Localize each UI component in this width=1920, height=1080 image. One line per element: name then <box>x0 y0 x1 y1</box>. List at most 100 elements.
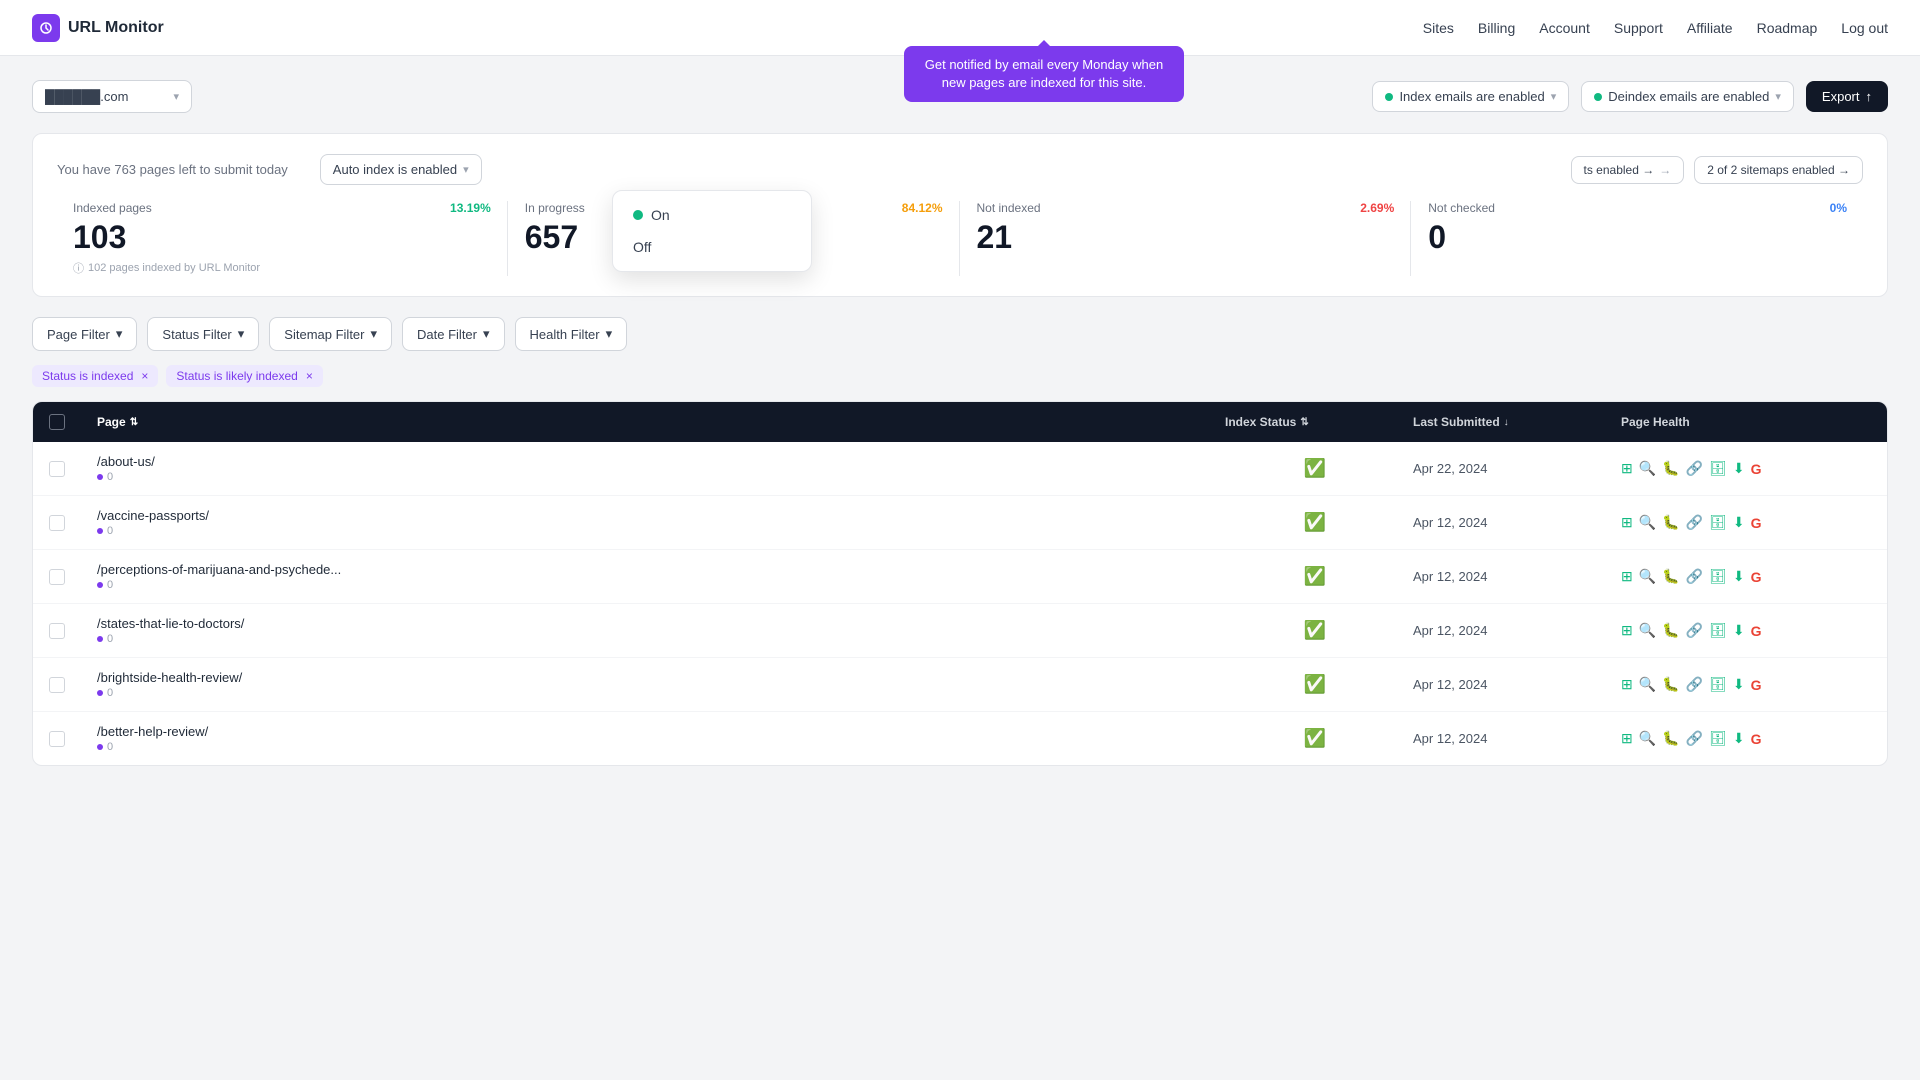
health-google-icon[interactable]: G <box>1751 677 1762 693</box>
row-checkbox[interactable] <box>49 731 65 747</box>
nav-roadmap[interactable]: Roadmap <box>1757 20 1818 36</box>
health-search-icon[interactable]: 🔍 <box>1639 514 1656 531</box>
health-search-icon[interactable]: 🔍 <box>1639 460 1656 477</box>
nav-billing[interactable]: Billing <box>1478 20 1515 36</box>
health-sitemap-icon[interactable]: ⊞ <box>1621 568 1633 585</box>
row-indexed-icon: ✅ <box>1304 566 1326 587</box>
chip-sitemaps[interactable]: 2 of 2 sitemaps enabled → <box>1694 156 1863 184</box>
health-link-icon[interactable]: 🔗 <box>1686 622 1703 639</box>
health-bug-icon[interactable]: 🐛 <box>1662 568 1679 585</box>
row-url[interactable]: /states-that-lie-to-doctors/ <box>97 616 1217 631</box>
row-checkbox[interactable] <box>49 461 65 477</box>
row-page-cell: /perceptions-of-marijuana-and-psychede..… <box>97 562 1217 591</box>
health-google-icon[interactable]: G <box>1751 731 1762 747</box>
health-download-icon[interactable]: ⬇ <box>1733 514 1745 531</box>
health-stack-icon[interactable]: 🗄 <box>1709 730 1727 747</box>
status-filter-btn[interactable]: Status Filter ▾ <box>147 317 259 351</box>
stat-notchecked: Not checked 0% 0 <box>1412 201 1863 276</box>
row-url[interactable]: /perceptions-of-marijuana-and-psychede..… <box>97 562 1217 577</box>
date-filter-btn[interactable]: Date Filter ▾ <box>402 317 505 351</box>
health-stack-icon[interactable]: 🗄 <box>1709 460 1727 477</box>
health-link-icon[interactable]: 🔗 <box>1686 514 1703 531</box>
health-stack-icon[interactable]: 🗄 <box>1709 568 1727 585</box>
row-checkbox[interactable] <box>49 569 65 585</box>
auto-index-btn[interactable]: Auto index is enabled ▾ <box>320 154 482 185</box>
health-link-icon[interactable]: 🔗 <box>1686 676 1703 693</box>
health-download-icon[interactable]: ⬇ <box>1733 568 1745 585</box>
row-checkbox-cell <box>49 515 89 531</box>
health-link-icon[interactable]: 🔗 <box>1686 460 1703 477</box>
page-filter-chevron: ▾ <box>116 326 123 342</box>
export-button[interactable]: Export ↑ <box>1806 81 1888 112</box>
chip-ts-enabled[interactable]: ts enabled → → <box>1571 156 1685 184</box>
row-url[interactable]: /vaccine-passports/ <box>97 508 1217 523</box>
health-filter-chevron: ▾ <box>606 326 613 342</box>
health-filter-btn[interactable]: Health Filter ▾ <box>515 317 628 351</box>
dropdown-on-item[interactable]: On <box>621 199 803 231</box>
dropdown-off-item[interactable]: Off <box>621 231 803 263</box>
col-last-submitted[interactable]: Last Submitted ↓ <box>1413 415 1613 429</box>
health-link-icon[interactable]: 🔗 <box>1686 568 1703 585</box>
active-filter-0-remove[interactable]: × <box>141 369 148 383</box>
row-checkbox[interactable] <box>49 515 65 531</box>
row-checkbox-cell <box>49 461 89 477</box>
deindex-email-label: Deindex emails are enabled <box>1608 89 1769 104</box>
health-link-icon[interactable]: 🔗 <box>1686 730 1703 747</box>
row-sub-count: 0 <box>107 471 113 483</box>
row-url[interactable]: /better-help-review/ <box>97 724 1217 739</box>
index-email-btn[interactable]: Index emails are enabled ▾ <box>1372 81 1569 112</box>
health-sitemap-icon[interactable]: ⊞ <box>1621 730 1633 747</box>
health-google-icon[interactable]: G <box>1751 515 1762 531</box>
health-download-icon[interactable]: ⬇ <box>1733 460 1745 477</box>
health-bug-icon[interactable]: 🐛 <box>1662 460 1679 477</box>
page-filter-btn[interactable]: Page Filter ▾ <box>32 317 137 351</box>
site-selector[interactable]: ██████.com ▾ <box>32 80 192 113</box>
health-search-icon[interactable]: 🔍 <box>1639 568 1656 585</box>
health-google-icon[interactable]: G <box>1751 623 1762 639</box>
row-checkbox[interactable] <box>49 623 65 639</box>
health-sitemap-icon[interactable]: ⊞ <box>1621 676 1633 693</box>
health-download-icon[interactable]: ⬇ <box>1733 622 1745 639</box>
row-url[interactable]: /about-us/ <box>97 454 1217 469</box>
active-filter-0-label: Status is indexed <box>42 369 133 383</box>
health-search-icon[interactable]: 🔍 <box>1639 622 1656 639</box>
health-bug-icon[interactable]: 🐛 <box>1662 622 1679 639</box>
health-bug-icon[interactable]: 🐛 <box>1662 730 1679 747</box>
health-bug-icon[interactable]: 🐛 <box>1662 514 1679 531</box>
row-indexed-icon: ✅ <box>1304 674 1326 695</box>
health-stack-icon[interactable]: 🗄 <box>1709 514 1727 531</box>
col-page[interactable]: Page ⇅ <box>97 415 1217 429</box>
row-sub-count: 0 <box>107 633 113 645</box>
health-stack-icon[interactable]: 🗄 <box>1709 676 1727 693</box>
nav-affiliate[interactable]: Affiliate <box>1687 20 1733 36</box>
health-search-icon[interactable]: 🔍 <box>1639 730 1656 747</box>
health-google-icon[interactable]: G <box>1751 461 1762 477</box>
health-sitemap-icon[interactable]: ⊞ <box>1621 622 1633 639</box>
col-page-health[interactable]: Page Health <box>1621 415 1871 429</box>
sitemap-filter-btn[interactable]: Sitemap Filter ▾ <box>269 317 392 351</box>
active-filter-1-remove[interactable]: × <box>306 369 313 383</box>
select-all-checkbox[interactable] <box>49 414 65 430</box>
tooltip-popup: Get notified by email every Monday when … <box>904 46 1184 102</box>
row-last-submitted: Apr 12, 2024 <box>1413 623 1613 638</box>
health-sitemap-icon[interactable]: ⊞ <box>1621 514 1633 531</box>
stat-indexed-pct: 13.19% <box>450 201 491 215</box>
health-search-icon[interactable]: 🔍 <box>1639 676 1656 693</box>
header-checkbox-cell <box>49 414 89 430</box>
health-bug-icon[interactable]: 🐛 <box>1662 676 1679 693</box>
nav-sites[interactable]: Sites <box>1423 20 1454 36</box>
index-email-chevron: ▾ <box>1551 90 1557 103</box>
row-checkbox[interactable] <box>49 677 65 693</box>
deindex-email-btn[interactable]: Deindex emails are enabled ▾ <box>1581 81 1794 112</box>
col-index-status[interactable]: Index Status ⇅ <box>1225 415 1405 429</box>
health-download-icon[interactable]: ⬇ <box>1733 676 1745 693</box>
health-google-icon[interactable]: G <box>1751 569 1762 585</box>
health-stack-icon[interactable]: 🗄 <box>1709 622 1727 639</box>
health-sitemap-icon[interactable]: ⊞ <box>1621 460 1633 477</box>
nav-logout[interactable]: Log out <box>1841 20 1888 36</box>
nav-account[interactable]: Account <box>1539 20 1590 36</box>
row-url[interactable]: /brightside-health-review/ <box>97 670 1217 685</box>
row-page-cell: /states-that-lie-to-doctors/ 0 <box>97 616 1217 645</box>
health-download-icon[interactable]: ⬇ <box>1733 730 1745 747</box>
nav-support[interactable]: Support <box>1614 20 1663 36</box>
